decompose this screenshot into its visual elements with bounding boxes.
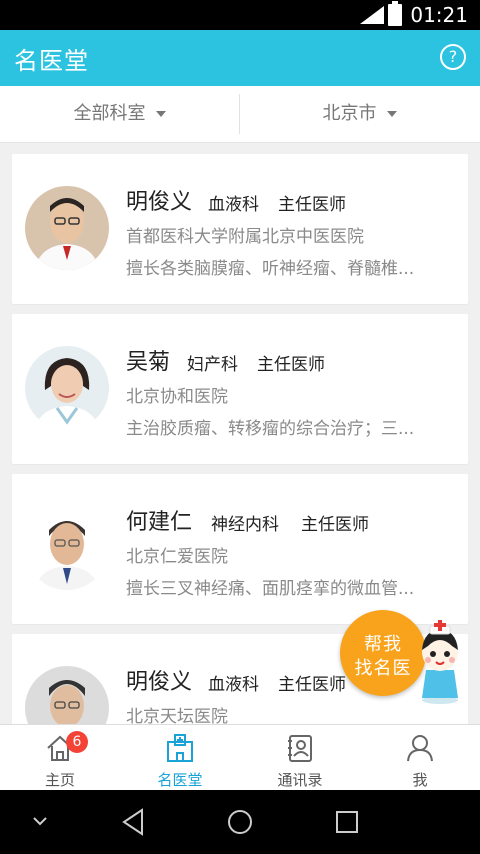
battery-icon <box>388 1 402 26</box>
signal-icon <box>360 6 384 24</box>
question-circle-icon[interactable]: ? <box>440 44 466 70</box>
nav-home[interactable]: 6 主页 <box>0 725 120 791</box>
doctor-description: 主治胶质瘤、转移瘤的综合治疗；三... <box>126 419 415 439</box>
doctor-name: 吴菊 <box>126 350 171 375</box>
doctor-name: 何建仁 <box>126 510 193 535</box>
doctor-avatar <box>25 666 109 724</box>
doctor-avatar <box>25 506 109 590</box>
dropdown-caret-icon <box>155 111 166 117</box>
doctor-hospital: 首都医科大学附属北京中医医院 <box>126 227 364 247</box>
doctor-avatar <box>25 186 109 270</box>
doctor-department: 血液科 <box>208 675 259 695</box>
doctor-description: 擅长各类脑膜瘤、听神经瘤、脊髓椎... <box>126 259 415 279</box>
doctor-hospital: 北京仁爱医院 <box>126 547 228 567</box>
city-filter[interactable]: 北京市 <box>240 86 479 142</box>
person-icon <box>407 735 433 762</box>
city-filter-label: 北京市 <box>322 103 377 124</box>
contacts-icon <box>288 735 312 762</box>
app-title: 名医堂 <box>14 47 89 75</box>
department-filter-label: 全部科室 <box>73 103 146 124</box>
nav-me[interactable]: 我 <box>360 725 480 791</box>
status-time: 01:21 <box>410 3 468 27</box>
nav-famous-doctors-label: 名医堂 <box>157 771 203 789</box>
home-circle-icon[interactable] <box>226 808 254 836</box>
doctor-description: 擅长三叉神经痛、面肌痉挛的微血管... <box>126 579 415 599</box>
system-navigation-bar <box>0 790 480 854</box>
nav-contacts[interactable]: 通讯录 <box>240 725 360 791</box>
hospital-icon <box>167 734 193 762</box>
nav-contacts-label: 通讯录 <box>277 771 323 789</box>
doctor-title: 主任医师 <box>278 675 346 695</box>
doctor-title: 主任医师 <box>301 515 369 535</box>
doctor-name: 明俊义 <box>126 190 193 215</box>
doctor-avatar <box>25 346 109 430</box>
doctor-department: 血液科 <box>208 195 259 215</box>
doctor-department: 神经内科 <box>211 515 279 535</box>
nav-me-label: 我 <box>412 771 428 789</box>
app-bar: 名医堂 ? <box>0 30 480 86</box>
nav-famous-doctors[interactable]: 名医堂 <box>120 725 240 791</box>
doctor-hospital: 北京天坛医院 <box>126 707 228 724</box>
doctor-card[interactable]: 明俊义 血液科 主任医师 首都医科大学附属北京中医医院 擅长各类脑膜瘤、听神经瘤… <box>12 154 468 304</box>
back-icon[interactable] <box>120 808 146 836</box>
doctor-title: 主任医师 <box>278 195 346 215</box>
status-bar: 01:21 <box>0 0 480 30</box>
doctor-title: 主任医师 <box>257 355 325 375</box>
doctor-card[interactable]: 何建仁 神经内科 主任医师 北京仁爱医院 擅长三叉神经痛、面肌痉挛的微血管... <box>12 474 468 624</box>
doctor-hospital: 北京协和医院 <box>126 387 228 407</box>
nurse-mascot-icon[interactable] <box>414 620 466 706</box>
chevron-down-icon[interactable] <box>32 816 48 826</box>
doctor-name: 明俊义 <box>126 670 193 695</box>
home-badge: 6 <box>66 731 88 753</box>
department-filter[interactable]: 全部科室 <box>0 86 239 142</box>
bottom-navigation: 6 主页 名医堂 通讯录 我 <box>0 724 480 791</box>
doctor-card[interactable]: 吴菊 妇产科 主任医师 北京协和医院 主治胶质瘤、转移瘤的综合治疗；三... <box>12 314 468 464</box>
nav-home-label: 主页 <box>44 771 75 789</box>
doctor-department: 妇产科 <box>187 355 238 375</box>
recent-apps-icon[interactable] <box>334 808 360 836</box>
filter-bar: 全部科室 北京市 <box>0 86 480 143</box>
dropdown-caret-icon <box>386 111 397 117</box>
